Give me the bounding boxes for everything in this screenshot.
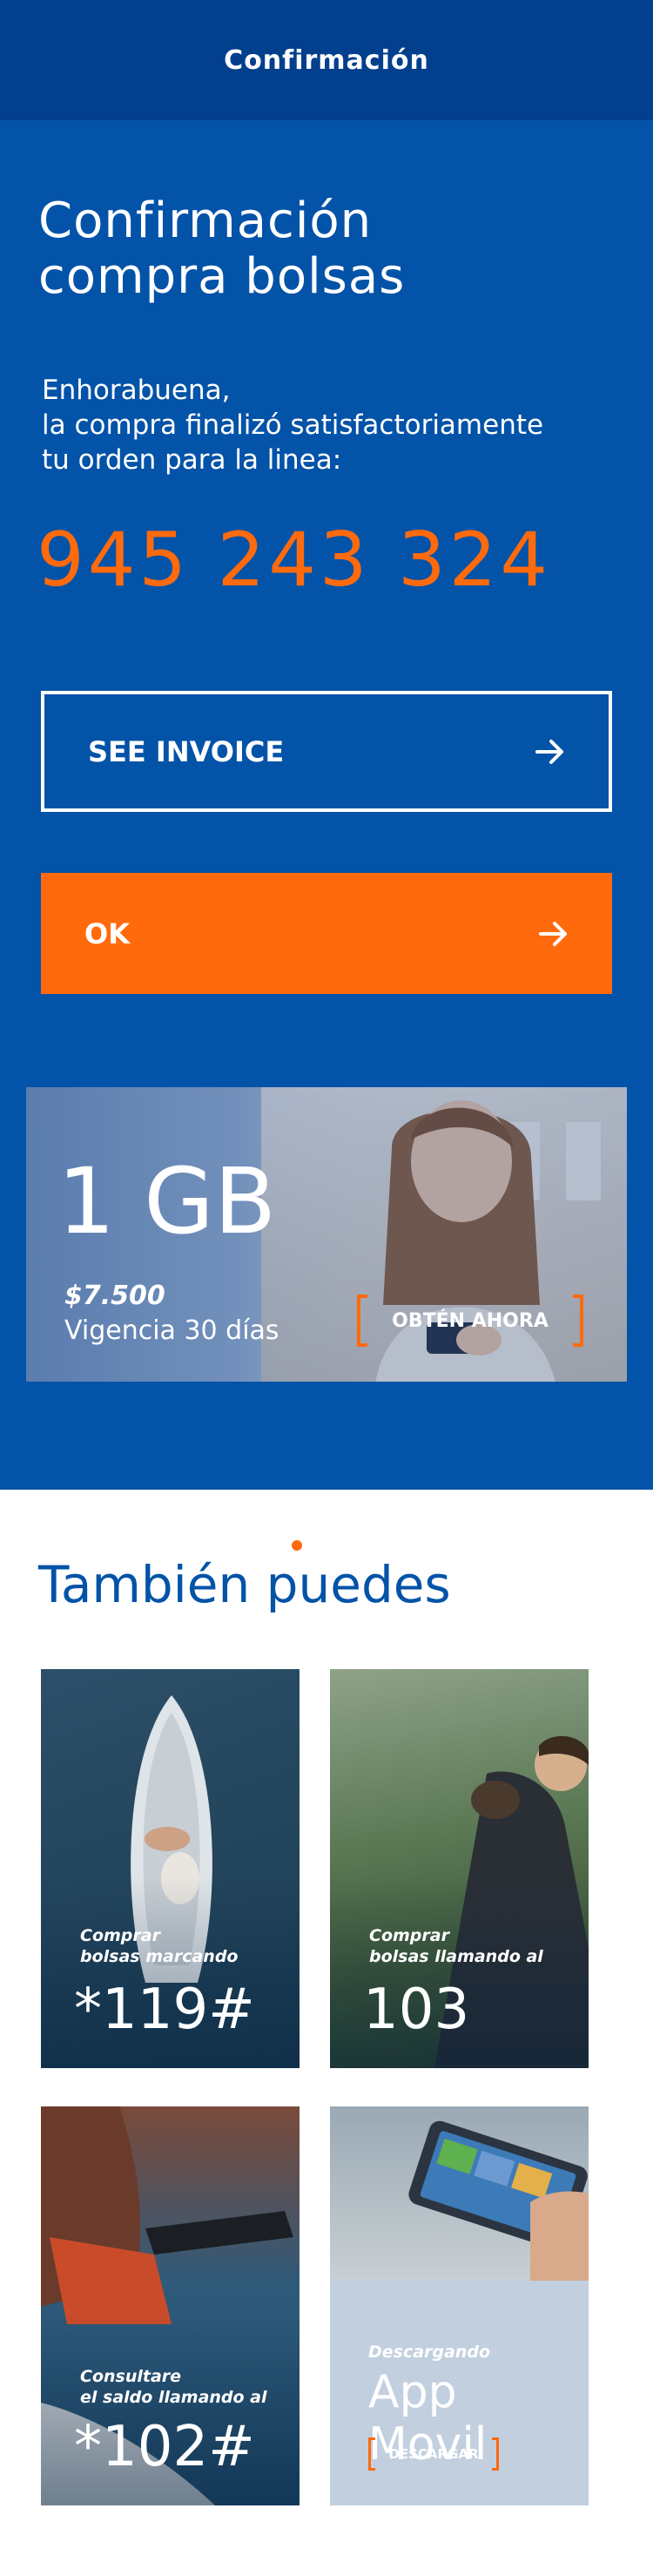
carousel-dot-2[interactable] — [321, 1540, 332, 1551]
arrow-right-icon — [535, 739, 563, 764]
promo-validity: Vigencia 30 días — [64, 1315, 279, 1346]
bracket-right-icon — [492, 2437, 499, 2471]
top-bar-title: Confirmación — [224, 44, 429, 76]
card-download-app[interactable]: Descargando App Movil DESCARGAR — [330, 2106, 589, 2505]
confirmation-hero: Confirmación compra bolsas Enhorabuena, … — [0, 120, 653, 1551]
card-label-line-1: Consultare — [80, 2367, 182, 2386]
card-value: 103 — [363, 1978, 470, 2042]
card-buy-by-call[interactable]: Comprar bolsas llamando al 103 — [330, 1669, 589, 2068]
card-label-line-1: Comprar — [80, 1926, 160, 1945]
message-line-3: tu orden para la linea: — [42, 444, 342, 476]
page-title-line-2: compra bolsas — [38, 248, 406, 305]
promo-banner[interactable]: 1 GB $7.500 Vigencia 30 días OBTÉN AHORA — [26, 1087, 627, 1382]
card-value: *102# — [74, 2415, 255, 2479]
card-buy-by-code[interactable]: Comprar bolsas marcando *119# — [41, 1669, 300, 2068]
page-title-line-1: Confirmación — [38, 193, 373, 249]
carousel-dot-3[interactable] — [351, 1540, 361, 1551]
card-value: *119# — [74, 1978, 255, 2042]
card-label: Consultare el saldo llamando al — [80, 2366, 267, 2408]
card-check-balance[interactable]: Consultare el saldo llamando al *102# — [41, 2106, 300, 2505]
ok-button[interactable]: OK — [41, 873, 612, 994]
message-line-2: la compra finalizó satisfactoriamente — [42, 409, 544, 441]
bracket-left-icon — [357, 1295, 367, 1347]
top-bar: Confirmación — [0, 0, 653, 120]
card-label-line-2: bolsas llamando al — [369, 1947, 543, 1966]
carousel-dot-1[interactable] — [292, 1540, 302, 1551]
promo-amount: 1 GB — [57, 1148, 277, 1254]
message-line-1: Enhorabuena, — [42, 375, 231, 406]
card-label: Descargando — [368, 2342, 490, 2363]
bracket-left-icon — [368, 2437, 375, 2471]
smartphone-icon — [408, 2120, 589, 2281]
promo-price: $7.500 — [64, 1281, 165, 1311]
download-label: DESCARGAR — [388, 2446, 479, 2462]
also-section-title: También puedes — [38, 1555, 451, 1614]
card-label: Comprar bolsas marcando — [80, 1925, 238, 1967]
see-invoice-label: SEE INVOICE — [88, 734, 285, 768]
card-label: Comprar bolsas llamando al — [369, 1925, 543, 1967]
phone-photo — [330, 2106, 589, 2281]
phone-number: 945 243 324 — [37, 517, 552, 604]
card-label-line-2: el saldo llamando al — [80, 2388, 267, 2407]
arrow-right-icon — [539, 921, 567, 946]
card-label-line-1: Comprar — [369, 1926, 449, 1945]
card-label-line-1: Descargando — [368, 2343, 491, 2362]
confirmation-message: Enhorabuena, la compra finalizó satisfac… — [42, 373, 634, 477]
card-label-line-2: bolsas marcando — [80, 1947, 239, 1966]
ok-label: OK — [84, 916, 130, 950]
bracket-right-icon — [573, 1295, 583, 1347]
download-button[interactable]: DESCARGAR — [368, 2437, 499, 2471]
see-invoice-button[interactable]: SEE INVOICE — [41, 691, 612, 812]
page-title: Confirmación compra bolsas — [38, 193, 630, 305]
promo-cta-label: OBTÉN AHORA — [392, 1309, 549, 1332]
promo-get-now-button[interactable]: OBTÉN AHORA — [357, 1295, 583, 1347]
